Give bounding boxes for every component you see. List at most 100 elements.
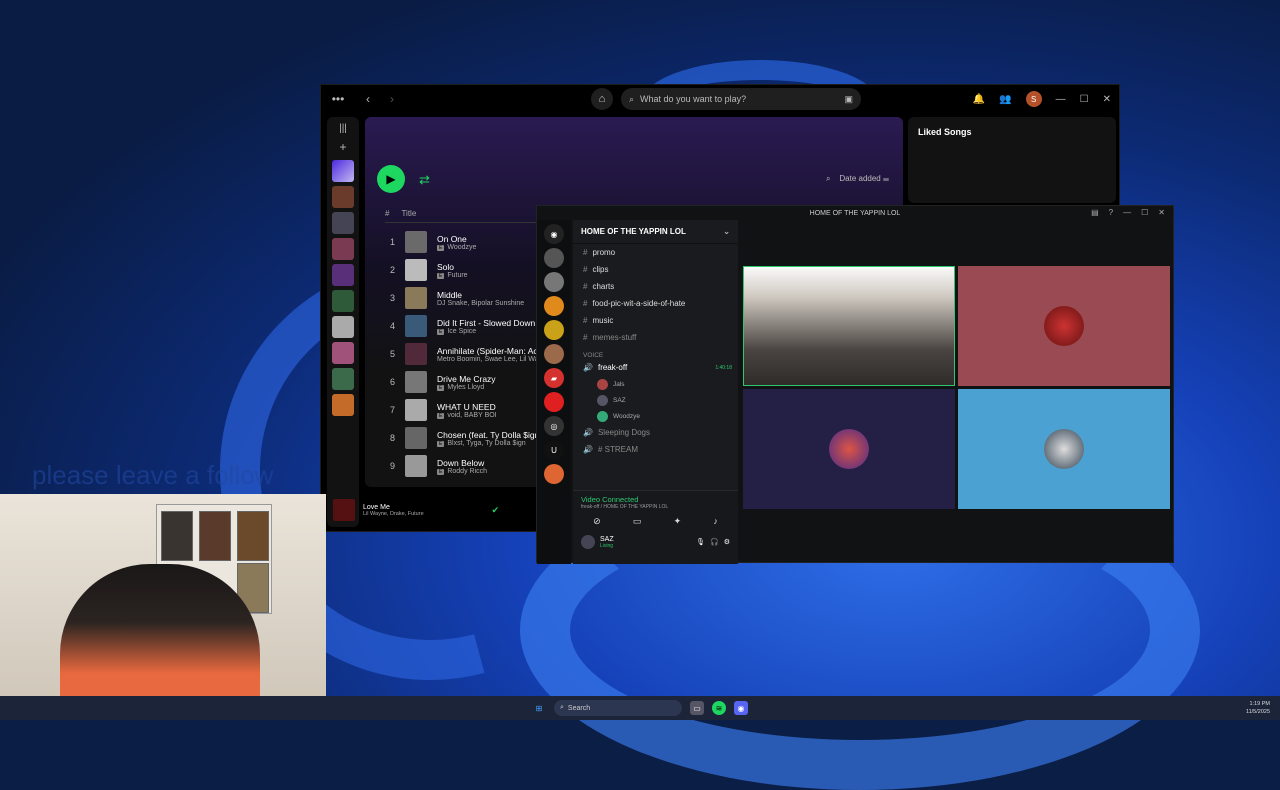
now-playing-cover[interactable]	[333, 499, 355, 521]
mic-icon[interactable]: 🎙	[696, 538, 705, 546]
track-title[interactable]: Middle	[437, 290, 524, 300]
user-panel[interactable]: SAZ Living 🎙 🎧 ⚙	[573, 533, 738, 551]
shuffle-icon[interactable]: ⇄	[419, 172, 430, 188]
liked-check-icon[interactable]: ✔	[492, 505, 500, 516]
maximize-icon[interactable]: ☐	[1080, 94, 1089, 105]
sort-control[interactable]: ⌕ Date added ☰	[826, 174, 889, 184]
track-row[interactable]: 4 Did It First - Slowed Down E Ice Spice	[385, 313, 535, 339]
track-row[interactable]: 8 Chosen (feat. Ty Dolla $ign) E Blxst, T…	[385, 425, 542, 451]
server-icon[interactable]	[544, 392, 564, 412]
library-cover[interactable]	[332, 186, 354, 208]
add-icon[interactable]: +	[327, 140, 359, 154]
voice-channel[interactable]: 🔊 freak-off 1:40:18	[573, 359, 738, 376]
now-playing-artist[interactable]: Lil Wayne, Drake, Future	[363, 511, 424, 517]
back-icon[interactable]: ‹	[361, 92, 375, 106]
gear-icon[interactable]: ⚙	[724, 538, 730, 546]
track-title[interactable]: On One	[437, 234, 476, 244]
home-button[interactable]: ⌂	[591, 88, 613, 110]
track-artist[interactable]: DJ Snake, Bipolar Sunshine	[437, 300, 524, 307]
track-row[interactable]: 1 On One E Woodzye	[385, 229, 476, 255]
voice-channel[interactable]: 🔊 Sleeping Dogs	[573, 424, 738, 441]
library-cover[interactable]	[332, 290, 354, 312]
guild-header[interactable]: HOME OF THE YAPPIN LOL ⌄	[573, 220, 738, 244]
activities-icon[interactable]: ✦	[674, 516, 682, 527]
server-icon[interactable]	[544, 344, 564, 364]
track-artist[interactable]: Woodzye	[447, 244, 476, 251]
search-input[interactable]: ⌕ What do you want to play? ▣	[621, 88, 861, 110]
track-row[interactable]: 7 WHAT U NEED Evoid, BABY BOI	[385, 397, 497, 423]
bell-icon[interactable]: 🔔	[973, 94, 985, 105]
track-title[interactable]: Did It First - Slowed Down	[437, 318, 535, 328]
track-artist[interactable]: Roddy Ricch	[447, 468, 487, 475]
server-icon[interactable]	[544, 272, 564, 292]
headphones-icon[interactable]: 🎧	[710, 538, 719, 546]
text-channel[interactable]: # music	[573, 312, 738, 329]
library-cover[interactable]	[332, 316, 354, 338]
text-channel[interactable]: # memes-stuff	[573, 329, 738, 346]
avatar[interactable]: S	[1025, 91, 1042, 107]
camera-off-icon[interactable]: ⊘	[593, 516, 601, 527]
server-icon[interactable]	[544, 296, 564, 316]
track-row[interactable]: 5 Annihilate (Spider-Man: Across Metro B…	[385, 341, 554, 367]
play-button[interactable]: ▶	[377, 165, 405, 193]
library-cover[interactable]	[332, 394, 354, 416]
text-channel[interactable]: # promo	[573, 244, 738, 261]
track-title[interactable]: Solo	[437, 262, 468, 272]
help-icon[interactable]: ?	[1109, 208, 1113, 217]
voice-user[interactable]: Jals	[573, 376, 738, 392]
screenshare-icon[interactable]: ▭	[633, 516, 642, 527]
track-artist[interactable]: Ice Spice	[447, 328, 476, 335]
now-playing-title[interactable]: Love Me	[363, 504, 424, 511]
text-channel[interactable]: # clips	[573, 261, 738, 278]
library-icon[interactable]: |||	[327, 123, 359, 134]
video-tile[interactable]	[958, 389, 1170, 509]
track-title[interactable]: Down Below	[437, 458, 487, 468]
server-icon[interactable]: U	[544, 440, 564, 460]
video-tile[interactable]	[958, 266, 1170, 386]
discord-icon[interactable]: ◉	[734, 701, 748, 715]
forward-icon[interactable]: ›	[385, 92, 399, 106]
maximize-icon[interactable]: ☐	[1141, 208, 1148, 217]
friends-icon[interactable]: 👥	[999, 94, 1011, 105]
track-artist[interactable]: Myles Lloyd	[447, 384, 484, 391]
text-channel[interactable]: # food-pic-wit-a-side-of-hate	[573, 295, 738, 312]
browse-icon[interactable]: ▣	[844, 94, 853, 105]
discord-home-icon[interactable]: ◉	[544, 224, 564, 244]
track-row[interactable]: 3 Middle DJ Snake, Bipolar Sunshine	[385, 285, 524, 311]
voice-user[interactable]: SAZ	[573, 392, 738, 408]
track-title[interactable]: Chosen (feat. Ty Dolla $ign)	[437, 430, 542, 440]
voice-user[interactable]: Woodzye	[573, 408, 738, 424]
inbox-icon[interactable]: ▤	[1091, 208, 1099, 217]
close-icon[interactable]: ✕	[1103, 94, 1111, 105]
video-tile[interactable]	[743, 389, 955, 509]
library-cover[interactable]	[332, 264, 354, 286]
library-cover[interactable]	[332, 342, 354, 364]
track-row[interactable]: 6 Drive Me Crazy E Myles Lloyd	[385, 369, 496, 395]
liked-songs-cover[interactable]	[332, 160, 354, 182]
server-icon[interactable]: ▰	[544, 368, 564, 388]
text-channel[interactable]: # charts	[573, 278, 738, 295]
clock[interactable]: 1:19 PM 11/5/2025	[1246, 700, 1270, 716]
minimize-icon[interactable]: —	[1056, 94, 1066, 105]
server-icon[interactable]	[544, 248, 564, 268]
server-icon[interactable]	[544, 464, 564, 484]
track-row[interactable]: 2 Solo E Future	[385, 257, 468, 283]
track-artist[interactable]: Blxst, Tyga, Ty Dolla $ign	[447, 440, 525, 447]
file-explorer-icon[interactable]: ▭	[690, 701, 704, 715]
minimize-icon[interactable]: —	[1123, 208, 1131, 217]
library-cover[interactable]	[332, 368, 354, 390]
server-icon[interactable]: ◎	[544, 416, 564, 436]
track-title[interactable]: Drive Me Crazy	[437, 374, 496, 384]
library-cover[interactable]	[332, 212, 354, 234]
soundboard-icon[interactable]: ♪	[713, 516, 718, 527]
voice-category[interactable]: VOICE	[573, 352, 738, 359]
taskbar-search[interactable]: ⌕ Search	[554, 700, 682, 716]
library-cover[interactable]	[332, 238, 354, 260]
spotify-icon[interactable]: ≋	[712, 701, 726, 715]
windows-start-icon[interactable]: ⊞	[532, 701, 546, 715]
track-artist[interactable]: Future	[447, 272, 467, 279]
track-title[interactable]: WHAT U NEED	[437, 402, 497, 412]
track-row[interactable]: 9 Down Below E Roddy Ricch	[385, 453, 487, 479]
video-tile[interactable]	[743, 266, 955, 386]
voice-channel[interactable]: 🔊 # STREAM	[573, 441, 738, 458]
